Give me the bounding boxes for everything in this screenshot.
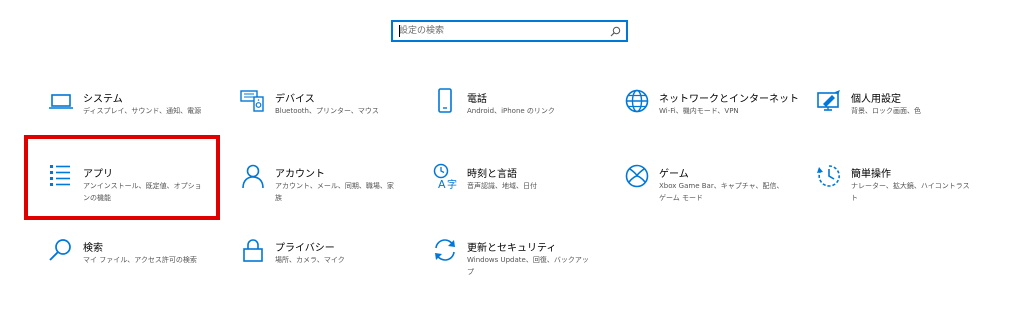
tile-personalization[interactable]: 個人用設定 背景、ロック画面、色 — [816, 88, 986, 148]
tile-devices[interactable]: デバイス Bluetooth、プリンター、マウス — [240, 88, 410, 148]
tile-description: 音声認識、地域、日付 — [467, 182, 537, 190]
search-input[interactable] — [399, 24, 599, 38]
tile-title: デバイス — [275, 94, 315, 105]
personalization-icon — [816, 88, 842, 114]
tile-title: 時刻と言語 — [467, 169, 517, 180]
tile-title: システム — [83, 94, 123, 105]
tile-title: 検索 — [83, 243, 103, 254]
tile-phone[interactable]: 電話 Android、iPhone のリンク — [432, 88, 602, 148]
tile-description: ナレーター、拡大鏡、ハイコントラスト — [851, 182, 970, 202]
tile-accounts[interactable]: アカウント アカウント、メール、同期、職場、家族 — [240, 163, 410, 223]
tile-title: アカウント — [275, 169, 325, 180]
devices-icon — [240, 88, 266, 114]
sync-icon — [432, 237, 458, 263]
tile-title: 個人用設定 — [851, 94, 901, 105]
tile-description: 場所、カメラ、マイク — [275, 256, 345, 264]
tile-description: アカウント、メール、同期、職場、家族 — [275, 182, 394, 202]
tile-description: Android、iPhone のリンク — [467, 107, 555, 115]
tile-description: 背景、ロック画面、色 — [851, 107, 921, 115]
ease-of-access-icon — [816, 163, 842, 189]
text-caret — [399, 25, 400, 37]
tile-description: Windows Update、回復、バックアップ — [467, 256, 589, 276]
xbox-icon — [624, 163, 650, 189]
globe-icon — [624, 88, 650, 114]
tile-title: プライバシー — [275, 243, 335, 254]
phone-icon — [432, 88, 458, 114]
tile-title: ネットワークとインターネット — [659, 94, 799, 105]
time-language-icon: A字 — [432, 163, 458, 189]
search-icon — [48, 237, 74, 263]
lock-icon — [240, 237, 266, 263]
tile-description: Xbox Game Bar、キャプチャ、配信、ゲーム モード — [659, 182, 784, 202]
tile-description: マイ ファイル、アクセス許可の検索 — [83, 256, 197, 264]
tile-title: 簡単操作 — [851, 169, 891, 180]
tile-gaming[interactable]: ゲーム Xbox Game Bar、キャプチャ、配信、ゲーム モード — [624, 163, 794, 223]
svg-text:字: 字 — [447, 178, 457, 189]
svg-text:A: A — [438, 178, 446, 189]
tile-description: ディスプレイ、サウンド、通知、電源 — [83, 107, 202, 115]
settings-search-box[interactable] — [391, 20, 628, 42]
tile-ease-of-access[interactable]: 簡単操作 ナレーター、拡大鏡、ハイコントラスト — [816, 163, 986, 223]
tile-description: Wi-Fi、機内モード、VPN — [659, 107, 739, 115]
laptop-icon — [48, 88, 74, 114]
tile-privacy[interactable]: プライバシー 場所、カメラ、マイク — [240, 237, 410, 297]
apps-highlight-box — [24, 135, 220, 220]
tile-title: 電話 — [467, 94, 487, 105]
tile-title: ゲーム — [659, 169, 689, 180]
tile-time-language[interactable]: A字 時刻と言語 音声認識、地域、日付 — [432, 163, 602, 223]
tile-search[interactable]: 検索 マイ ファイル、アクセス許可の検索 — [48, 237, 218, 297]
search-icon[interactable] — [608, 24, 622, 38]
tile-description: Bluetooth、プリンター、マウス — [275, 107, 379, 115]
person-icon — [240, 163, 266, 189]
tile-title: 更新とセキュリティ — [467, 243, 557, 254]
tile-network[interactable]: ネットワークとインターネット Wi-Fi、機内モード、VPN — [624, 88, 799, 148]
tile-update-security[interactable]: 更新とセキュリティ Windows Update、回復、バックアップ — [432, 237, 602, 297]
